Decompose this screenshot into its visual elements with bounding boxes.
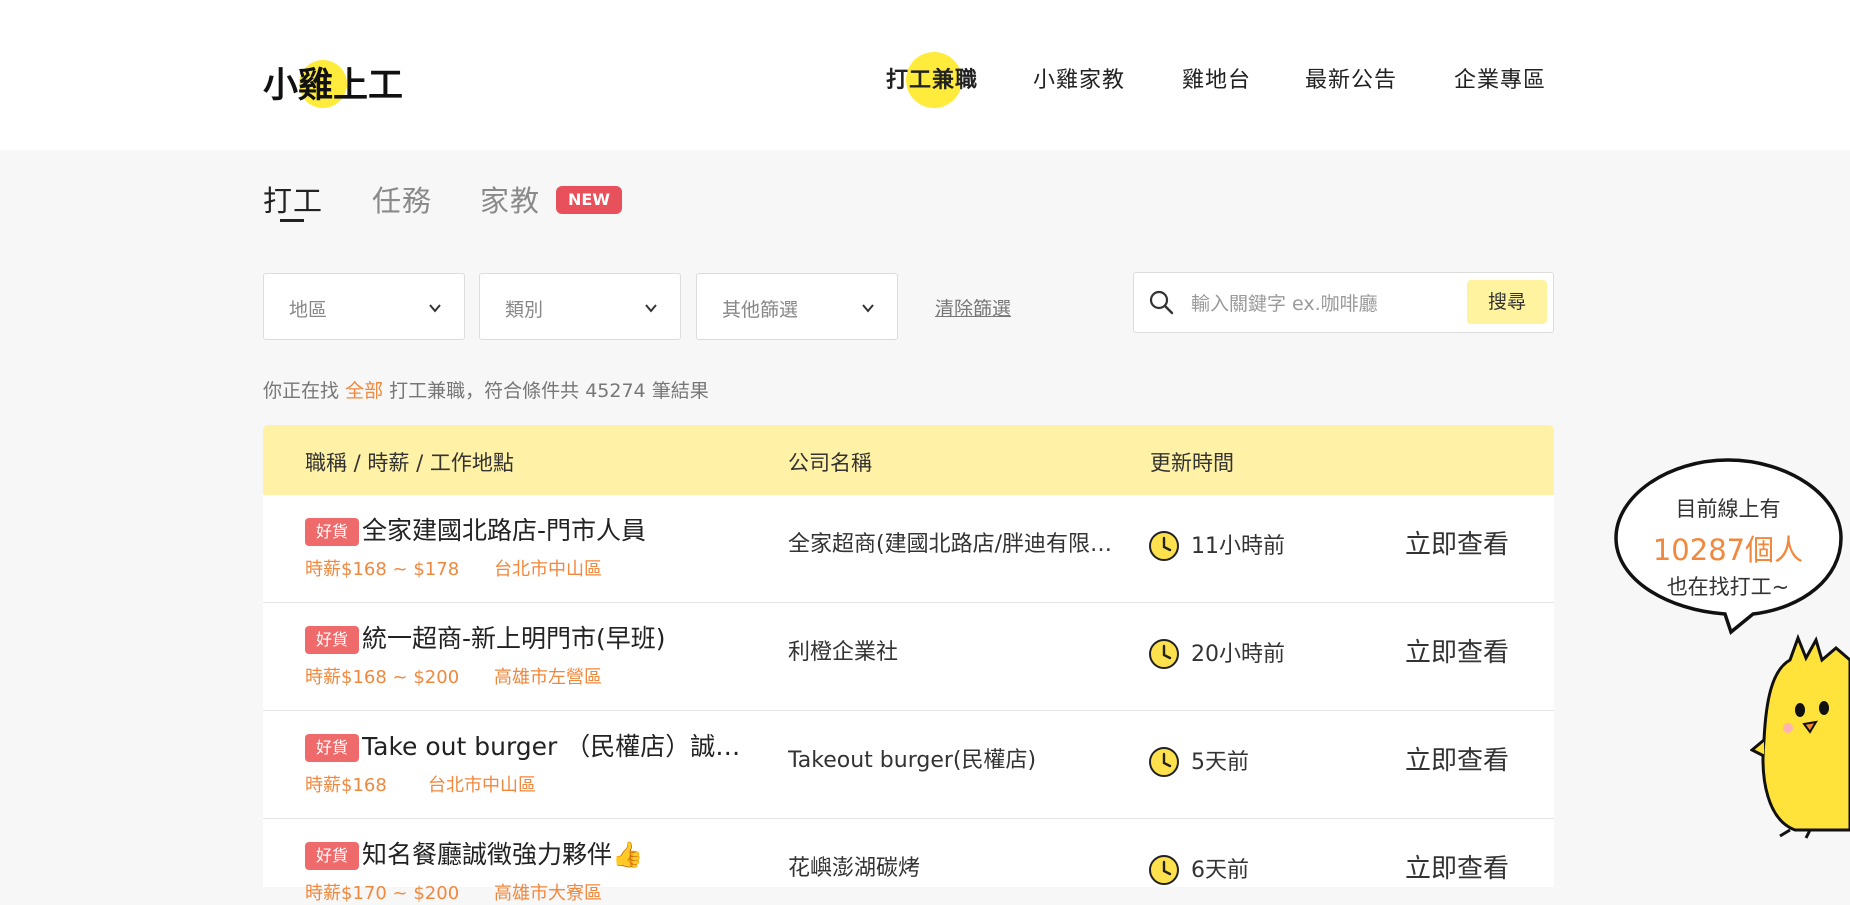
good-job-badge: 好貨 (305, 518, 359, 546)
nav-tutoring[interactable]: 小雞家教 (1033, 62, 1125, 102)
good-job-badge: 好貨 (305, 626, 359, 654)
summary-scope: 全部 (345, 380, 384, 402)
job-wage: 時薪$168 (305, 775, 387, 796)
job-row[interactable]: 好貨 知名餐廳誠徵強力夥伴👍 時薪$170 ~ $200 高雄市大寮區 花嶼澎湖… (263, 819, 1554, 904)
job-row[interactable]: 好貨 統一超商-新上明門市(早班) 時薪$168 ~ $200 高雄市左營區 利… (263, 603, 1554, 711)
header-job-title: 職稱 / 時薪 / 工作地點 (305, 451, 514, 475)
logo-text: 小雞上工 (263, 66, 403, 106)
job-title[interactable]: Take out burger （民權店）誠徵夥伴 (362, 727, 762, 763)
nav-announcements[interactable]: 最新公告 (1305, 62, 1397, 102)
online-count-line1: 目前線上有 (1675, 497, 1781, 521)
job-location: 台北市中山區 (428, 775, 536, 796)
region-filter-dropdown[interactable]: 地區 (263, 273, 465, 340)
other-filter-dropdown[interactable]: 其他篩選 (696, 273, 898, 340)
updated-time: 20小時前 (1191, 642, 1285, 667)
category-filter-label: 類別 (505, 299, 544, 321)
search-icon (1149, 290, 1174, 315)
job-row[interactable]: 好貨 Take out burger （民權店）誠徵夥伴 時薪$168 台北市中… (263, 711, 1554, 819)
job-location: 高雄市左營區 (494, 667, 602, 688)
chevron-down-icon (429, 304, 441, 313)
nav-enterprise[interactable]: 企業專區 (1454, 62, 1546, 102)
view-job-link[interactable]: 立即查看 (1405, 632, 1509, 669)
summary-suffix: 筆結果 (651, 380, 709, 402)
summary-count: 45274 (585, 380, 646, 402)
online-count-number: 10287個人 (1652, 533, 1804, 567)
tab-tutoring[interactable]: 家教 (480, 178, 540, 220)
clock-icon (1149, 747, 1179, 777)
new-badge: NEW (556, 186, 622, 214)
job-location: 高雄市大寮區 (494, 883, 602, 904)
nav-parttime[interactable]: 打工兼職 (886, 62, 978, 102)
job-title[interactable]: 知名餐廳誠徵強力夥伴👍 (362, 835, 762, 871)
summary-middle: 打工兼職，符合條件共 (389, 380, 580, 402)
site-header: 小雞上工 打工兼職 小雞家教 雞地台 最新公告 企業專區 (0, 0, 1850, 150)
header-company: 公司名稱 (788, 451, 872, 475)
nav-chick-platform[interactable]: 雞地台 (1182, 62, 1251, 102)
region-filter-label: 地區 (289, 299, 328, 321)
company-name: Takeout burger(民權店) (788, 748, 1037, 773)
updated-time: 11小時前 (1191, 534, 1285, 559)
summary-prefix: 你正在找 (263, 380, 340, 402)
view-job-link[interactable]: 立即查看 (1405, 740, 1509, 777)
tab-parttime[interactable]: 打工 (263, 178, 323, 220)
other-filter-label: 其他篩選 (722, 299, 799, 321)
updated-time: 5天前 (1191, 750, 1249, 775)
clock-icon (1149, 855, 1179, 885)
header-updated: 更新時間 (1150, 451, 1234, 475)
company-name: 花嶼澎湖碳烤 (788, 856, 921, 881)
job-wage: 時薪$168 ~ $178 (305, 559, 460, 580)
chick-mascot-icon (1750, 633, 1850, 839)
company-name: 利橙企業社 (788, 640, 899, 665)
job-wage: 時薪$170 ~ $200 (305, 883, 460, 904)
job-row[interactable]: 好貨 全家建國北路店-門市人員 時薪$168 ~ $178 台北市中山區 全家超… (263, 495, 1554, 603)
job-title[interactable]: 全家建國北路店-門市人員 (362, 511, 762, 547)
updated-time: 6天前 (1191, 858, 1249, 883)
job-location: 台北市中山區 (494, 559, 602, 580)
category-filter-dropdown[interactable]: 類別 (479, 273, 681, 340)
job-table-header: 職稱 / 時薪 / 工作地點 公司名稱 更新時間 (263, 425, 1554, 495)
chevron-down-icon (862, 304, 874, 313)
tab-tasks[interactable]: 任務 (372, 178, 432, 220)
clear-filters-link[interactable]: 清除篩選 (935, 294, 1011, 321)
clock-icon (1149, 639, 1179, 669)
clock-icon (1149, 531, 1179, 561)
results-summary: 你正在找 全部 打工兼職，符合條件共 45274 筆結果 (263, 376, 709, 403)
good-job-badge: 好貨 (305, 734, 359, 762)
view-job-link[interactable]: 立即查看 (1405, 848, 1509, 885)
job-wage: 時薪$168 ~ $200 (305, 667, 460, 688)
view-job-link[interactable]: 立即查看 (1405, 524, 1509, 561)
chevron-down-icon (645, 304, 657, 313)
tab-active-underline (280, 219, 304, 222)
site-logo[interactable]: 小雞上工 (263, 52, 413, 112)
job-title[interactable]: 統一超商-新上明門市(早班) (362, 619, 762, 655)
good-job-badge: 好貨 (305, 842, 359, 870)
company-name: 全家超商(建國北路店/胖迪有限公司) (788, 532, 1128, 557)
search-button[interactable]: 搜尋 (1467, 280, 1547, 324)
online-count-line3: 也在找打工~ (1666, 575, 1790, 599)
